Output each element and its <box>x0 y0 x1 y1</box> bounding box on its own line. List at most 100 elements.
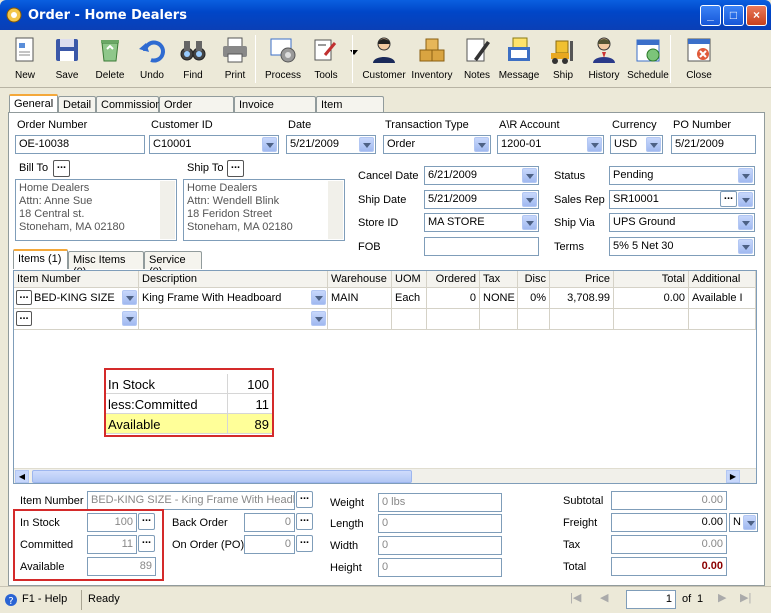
cell-additional[interactable]: Available I <box>689 288 756 309</box>
schedule-button[interactable]: Schedule <box>626 32 670 86</box>
chevron-down-icon[interactable] <box>738 215 753 230</box>
cell-item-number[interactable]: ... BED-KING SIZE <box>14 288 139 309</box>
tab-misc-items-0[interactable]: Misc Items (0) <box>68 251 144 278</box>
date-picker[interactable]: 5/21/2009 <box>286 135 376 154</box>
new-row-cell[interactable] <box>518 309 550 330</box>
cell-disc[interactable]: 0% <box>518 288 550 309</box>
item-lookup-button[interactable]: ... <box>16 311 32 326</box>
new-button[interactable]: New <box>3 32 47 86</box>
chevron-down-icon[interactable] <box>738 239 753 254</box>
scroll-left-button[interactable]: ◀ <box>15 470 29 483</box>
freight-input[interactable]: 0.00 <box>611 513 727 532</box>
ship-via-select[interactable]: UPS Ground <box>609 213 755 232</box>
tab-items-1[interactable]: Items (1) <box>13 249 68 269</box>
scroll-right-button[interactable]: ▶ <box>726 470 740 483</box>
column-header-uom[interactable]: UOM <box>392 271 427 288</box>
chevron-down-icon[interactable] <box>262 137 277 152</box>
cell-tax[interactable]: NONE <box>480 288 518 309</box>
new-row-cell[interactable] <box>328 309 392 330</box>
horizontal-scrollbar[interactable]: ◀ ▶ <box>14 468 756 483</box>
ship-to-address[interactable]: Home Dealers Attn: Wendell Blink 18 Feri… <box>183 179 345 241</box>
item-lookup-button[interactable]: ... <box>16 290 32 305</box>
help-hint[interactable]: F1 - Help <box>22 593 67 605</box>
last-page-icon[interactable]: ▶| <box>740 591 751 604</box>
column-header-ordered[interactable]: Ordered <box>427 271 480 288</box>
in-stock-lookup-button[interactable]: ... <box>138 513 155 530</box>
new-row-cell[interactable] <box>139 309 328 330</box>
height-input[interactable]: 0 <box>378 558 502 577</box>
chevron-down-icon[interactable] <box>474 137 489 152</box>
maximize-button[interactable]: □ <box>723 5 744 26</box>
find-button[interactable]: Find <box>171 32 215 86</box>
page-number-input[interactable]: 1 <box>626 590 676 609</box>
on-order-lookup-button[interactable]: ... <box>296 535 313 552</box>
message-button[interactable]: Message <box>497 32 541 86</box>
new-row-cell[interactable] <box>480 309 518 330</box>
column-header-additional[interactable]: Additional <box>689 271 756 288</box>
column-header-warehouse[interactable]: Warehouse <box>328 271 392 288</box>
chevron-down-icon[interactable] <box>522 215 537 230</box>
close-window-button[interactable]: × <box>746 5 767 26</box>
terms-select[interactable]: 5% 5 Net 30 <box>609 237 755 256</box>
chevron-down-icon[interactable] <box>311 311 326 326</box>
cell-total[interactable]: 0.00 <box>614 288 689 309</box>
process-button[interactable]: Process <box>261 32 305 86</box>
transaction-type-select[interactable]: Order <box>383 135 491 154</box>
inventory-button[interactable]: Inventory <box>410 32 454 86</box>
new-row-cell[interactable] <box>392 309 427 330</box>
new-row-cell[interactable] <box>550 309 614 330</box>
vertical-scrollbar[interactable] <box>160 181 175 239</box>
length-input[interactable]: 0 <box>378 514 502 533</box>
vertical-scrollbar[interactable] <box>328 181 343 239</box>
new-row-cell[interactable] <box>427 309 480 330</box>
chevron-down-icon[interactable] <box>646 137 661 152</box>
cell-warehouse[interactable]: MAIN <box>328 288 392 309</box>
notes-button[interactable]: Notes <box>455 32 499 86</box>
bill-to-address[interactable]: Home Dealers Attn: Anne Sue 18 Central s… <box>15 179 177 241</box>
chevron-down-icon[interactable] <box>122 311 137 326</box>
scroll-thumb[interactable] <box>32 470 412 483</box>
cell-ordered[interactable]: 0 <box>427 288 480 309</box>
width-input[interactable]: 0 <box>378 536 502 555</box>
ship-to-lookup-button[interactable]: ... <box>227 160 244 177</box>
cancel-date-picker[interactable]: 6/21/2009 <box>424 166 539 185</box>
chevron-down-icon[interactable] <box>738 192 753 207</box>
weight-input[interactable]: 0 lbs <box>378 493 502 512</box>
committed-lookup-button[interactable]: ... <box>138 535 155 552</box>
column-header-total[interactable]: Total <box>614 271 689 288</box>
back-order-lookup-button[interactable]: ... <box>296 513 313 530</box>
item-lookup-button[interactable]: ... <box>296 491 313 508</box>
fob-input[interactable] <box>424 237 539 256</box>
ship-button[interactable]: Ship <box>541 32 585 86</box>
cell-price[interactable]: 3,708.99 <box>550 288 614 309</box>
ar-account-select[interactable]: 1200-01 <box>497 135 604 154</box>
currency-select[interactable]: USD <box>610 135 663 154</box>
column-header-item-number[interactable]: Item Number <box>14 271 139 288</box>
new-row-cell[interactable] <box>614 309 689 330</box>
new-row-cell[interactable]: ... <box>14 309 139 330</box>
sales-rep-lookup-button[interactable]: ... <box>720 191 737 207</box>
chevron-down-icon[interactable] <box>311 290 326 305</box>
po-number-input[interactable]: 5/21/2009 <box>671 135 756 154</box>
status-select[interactable]: Pending <box>609 166 755 185</box>
first-page-icon[interactable]: |◀ <box>570 591 581 604</box>
save-button[interactable]: Save <box>45 32 89 86</box>
order-number-input[interactable]: OE-10038 <box>15 135 145 154</box>
bill-to-lookup-button[interactable]: ... <box>53 160 70 177</box>
customer-button[interactable]: Customer <box>362 32 406 86</box>
customer-id-select[interactable]: C10001 <box>149 135 279 154</box>
freight-code-select[interactable]: N <box>729 513 758 532</box>
column-header-disc[interactable]: Disc <box>518 271 550 288</box>
chevron-down-icon[interactable] <box>122 290 137 305</box>
undo-button[interactable]: Undo <box>130 32 174 86</box>
chevron-down-icon[interactable] <box>587 137 602 152</box>
store-id-select[interactable]: MA STORE <box>424 213 539 232</box>
chevron-down-icon[interactable] <box>738 168 753 183</box>
cell-uom[interactable]: Each <box>392 288 427 309</box>
chevron-down-icon[interactable] <box>359 137 374 152</box>
column-header-price[interactable]: Price <box>550 271 614 288</box>
new-row-cell[interactable] <box>689 309 756 330</box>
tab-general[interactable]: General <box>9 94 58 114</box>
history-button[interactable]: History <box>582 32 626 86</box>
chevron-down-icon[interactable] <box>743 515 756 530</box>
